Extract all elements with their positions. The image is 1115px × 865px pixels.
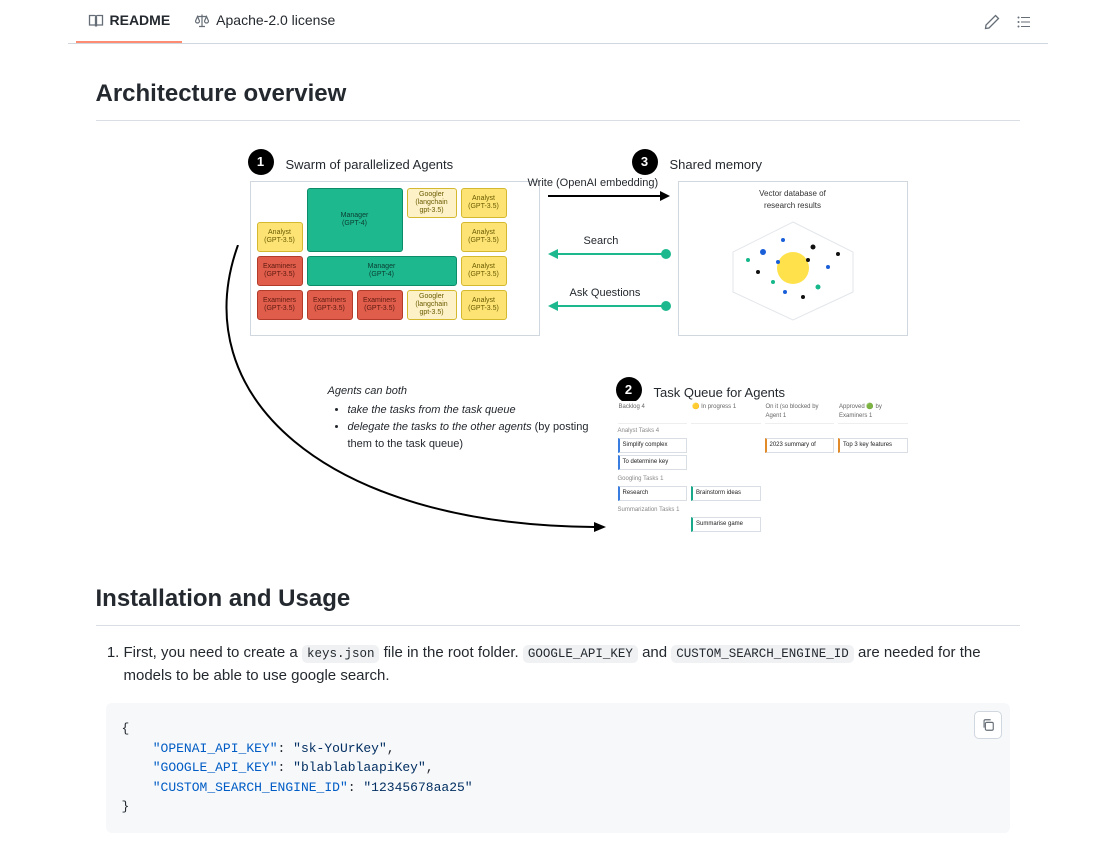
code-custom-search-id: CUSTOM_SEARCH_ENGINE_ID: [671, 645, 854, 663]
book-icon: [88, 13, 104, 29]
section-label-swarm: Swarm of parallelized Agents: [286, 155, 454, 175]
install-step-1: First, you need to create a keys.json fi…: [124, 642, 1020, 687]
copy-icon: [981, 718, 995, 732]
heading-architecture: Architecture overview: [96, 76, 1020, 121]
code-keys-json: keys.json: [302, 645, 380, 663]
code-block-keys-json: { "OPENAI_API_KEY": "sk-YoUrKey", "GOOGL…: [106, 703, 1010, 833]
section-label-queue: Task Queue for Agents: [654, 383, 786, 403]
tab-license[interactable]: Apache-2.0 license: [182, 0, 347, 43]
tab-readme[interactable]: README: [76, 0, 183, 43]
code-google-api-key: GOOGLE_API_KEY: [523, 645, 638, 663]
outline-icon[interactable]: [1016, 14, 1032, 30]
step-bubble-2: 2: [616, 377, 642, 403]
edit-icon[interactable]: [984, 14, 1000, 30]
agent-analyst: Analyst(GPT-3.5): [461, 188, 507, 218]
law-icon: [194, 13, 210, 29]
memory-panel: Vector database of research results: [678, 181, 908, 336]
agent-manager: Manager(GPT-4): [307, 188, 403, 252]
readme-body: Architecture overview 1 Swarm of paralle…: [68, 44, 1048, 865]
copy-button[interactable]: [974, 711, 1002, 739]
step-bubble-3: 3: [632, 149, 658, 175]
section-label-memory: Shared memory: [670, 155, 762, 175]
tab-readme-label: README: [110, 10, 171, 31]
step-bubble-1: 1: [248, 149, 274, 175]
architecture-diagram: 1 Swarm of parallelized Agents Manager(G…: [178, 145, 938, 545]
repo-tabs: README Apache-2.0 license: [68, 0, 1048, 44]
vector-db-icon: [713, 212, 873, 322]
heading-installation: Installation and Usage: [96, 581, 1020, 626]
queue-panel: Backlog 4 🟡 In progress 1 On it (so bloc…: [618, 401, 908, 537]
install-steps: First, you need to create a keys.json fi…: [96, 642, 1020, 687]
agents-description: Agents can both take the tasks from the …: [328, 383, 598, 453]
agent-googler: Googler(langchaingpt-3.5): [407, 188, 457, 218]
tab-license-label: Apache-2.0 license: [216, 10, 335, 31]
arrow-right-icon: [548, 189, 670, 203]
